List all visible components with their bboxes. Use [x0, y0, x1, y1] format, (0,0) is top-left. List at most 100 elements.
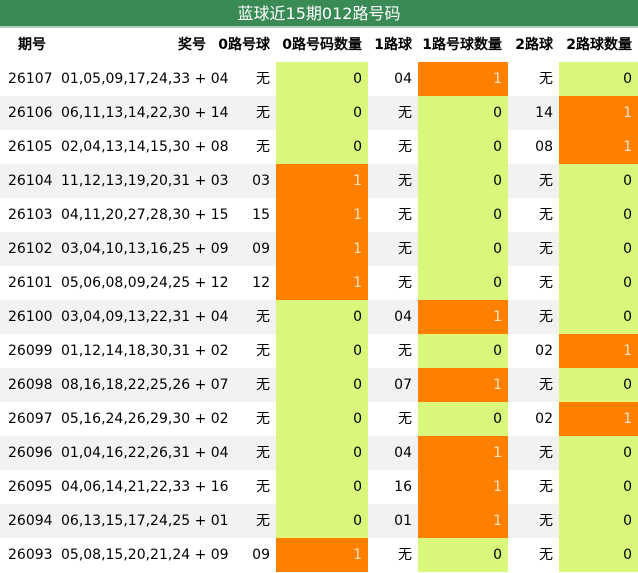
cell-numbers: 06,13,15,17,24,25 + 01	[61, 513, 229, 529]
header-route1-ball: 1路球	[374, 37, 412, 53]
cell-route2-ball: 14	[535, 105, 553, 121]
table-title: 蓝球近15期012路号码	[0, 0, 638, 28]
cell-issue: 26107	[8, 71, 53, 87]
cell-route2-count: 0	[559, 198, 638, 232]
cell-route0-count: 0	[276, 504, 368, 538]
cell-route2-count: 1	[559, 334, 638, 368]
cell-numbers: 01,05,09,17,24,33 + 04	[61, 71, 229, 87]
cell-route2-count: 0	[559, 266, 638, 300]
table-row: 26101 05,06,08,09,24,25 + 12 12 1 无 0 无 0	[0, 266, 638, 300]
cell-route1-ball: 04	[394, 71, 412, 87]
cell-issue: 26103	[8, 207, 53, 223]
cell-route0-ball: 09	[252, 547, 270, 563]
cell-issue: 26096	[8, 445, 53, 461]
cell-route2-ball: 08	[535, 139, 553, 155]
cell-numbers: 05,08,15,20,21,24 + 09	[61, 547, 229, 563]
cell-route0-count: 1	[276, 232, 368, 266]
cell-route2-count: 0	[559, 504, 638, 538]
cell-route2-ball: 无	[539, 173, 553, 189]
cell-route2-ball: 无	[539, 513, 553, 529]
cell-route0-ball: 12	[252, 275, 270, 291]
cell-numbers: 01,04,16,22,26,31 + 04	[61, 445, 229, 461]
cell-numbers: 02,04,13,14,15,30 + 08	[61, 139, 229, 155]
cell-route0-count: 0	[276, 300, 368, 334]
table-row: 26107 01,05,09,17,24,33 + 04 无 0 04 1 无 0	[0, 62, 638, 96]
cell-issue: 26100	[8, 309, 53, 325]
cell-issue: 26097	[8, 411, 53, 427]
cell-route1-count: 0	[418, 232, 508, 266]
cell-route2-ball: 无	[539, 275, 553, 291]
table-title-text: 蓝球近15期012路号码	[237, 4, 401, 23]
cell-route2-ball: 无	[539, 479, 553, 495]
cell-route1-count: 0	[418, 96, 508, 130]
cell-route1-count: 0	[418, 538, 508, 572]
cell-route1-ball: 无	[398, 411, 412, 427]
cell-numbers: 04,06,14,21,22,33 + 16	[61, 479, 229, 495]
cell-numbers: 01,12,14,18,30,31 + 02	[61, 343, 229, 359]
cell-route2-ball: 无	[539, 207, 553, 223]
table-row: 26093 05,08,15,20,21,24 + 09 09 1 无 0 无 0	[0, 538, 638, 572]
cell-route1-ball: 无	[398, 207, 412, 223]
cell-issue: 26101	[8, 275, 53, 291]
cell-route1-ball: 无	[398, 241, 412, 257]
cell-route2-count: 0	[559, 368, 638, 402]
table-row: 26105 02,04,13,14,15,30 + 08 无 0 无 0 08 1	[0, 130, 638, 164]
cell-route2-ball: 无	[539, 445, 553, 461]
cell-route1-ball: 16	[394, 479, 412, 495]
cell-route0-count: 0	[276, 436, 368, 470]
cell-route0-ball: 无	[256, 513, 270, 529]
cell-issue: 26102	[8, 241, 53, 257]
cell-route1-ball: 无	[398, 275, 412, 291]
cell-route1-ball: 无	[398, 105, 412, 121]
cell-route1-count: 1	[418, 368, 508, 402]
cell-route0-ball: 无	[256, 343, 270, 359]
cell-numbers: 06,11,13,14,22,30 + 14	[61, 105, 229, 121]
cell-route0-count: 0	[276, 402, 368, 436]
cell-route2-count: 1	[559, 96, 638, 130]
cell-route1-ball: 无	[398, 173, 412, 189]
cell-route2-ball: 无	[539, 241, 553, 257]
cell-route0-ball: 15	[252, 207, 270, 223]
cell-issue: 26104	[8, 173, 53, 189]
cell-numbers: 11,12,13,19,20,31 + 03	[61, 173, 229, 189]
cell-route1-count: 0	[418, 164, 508, 198]
cell-route0-ball: 无	[256, 445, 270, 461]
cell-route0-ball: 09	[252, 241, 270, 257]
cell-route0-ball: 无	[256, 411, 270, 427]
cell-numbers: 04,11,20,27,28,30 + 15	[61, 207, 229, 223]
cell-route1-ball: 01	[394, 513, 412, 529]
cell-numbers: 05,06,08,09,24,25 + 12	[61, 275, 229, 291]
header-route2-ball: 2路球	[515, 37, 553, 53]
cell-route1-count: 1	[418, 300, 508, 334]
cell-route1-count: 0	[418, 402, 508, 436]
cell-route1-ball: 04	[394, 445, 412, 461]
cell-route2-ball: 02	[535, 411, 553, 427]
cell-numbers: 03,04,09,13,22,31 + 04	[61, 309, 229, 325]
cell-route2-count: 0	[559, 470, 638, 504]
cell-issue: 26093	[8, 547, 53, 563]
cell-route0-count: 1	[276, 266, 368, 300]
header-route2-count: 2路球数量	[566, 37, 632, 53]
table-row: 26095 04,06,14,21,22,33 + 16 无 0 16 1 无 0	[0, 470, 638, 504]
cell-route2-count: 0	[559, 436, 638, 470]
table-row: 26103 04,11,20,27,28,30 + 15 15 1 无 0 无 0	[0, 198, 638, 232]
cell-route1-count: 0	[418, 334, 508, 368]
cell-route0-ball: 无	[256, 71, 270, 87]
table-row: 26106 06,11,13,14,22,30 + 14 无 0 无 0 14 1	[0, 96, 638, 130]
cell-route1-ball: 无	[398, 547, 412, 563]
header-numbers: 奖号	[178, 37, 206, 53]
cell-route0-ball: 无	[256, 105, 270, 121]
cell-route0-count: 1	[276, 164, 368, 198]
cell-issue: 26095	[8, 479, 53, 495]
cell-issue: 26106	[8, 105, 53, 121]
table-header-row: 期号 奖号 0路号球 0路号码数量 1路球 1路号球数量 2路球 2路球数量	[0, 28, 638, 62]
cell-route2-ball: 无	[539, 377, 553, 393]
cell-route0-count: 0	[276, 368, 368, 402]
cell-route1-count: 1	[418, 436, 508, 470]
cell-route0-count: 1	[276, 538, 368, 572]
table-row: 26096 01,04,16,22,26,31 + 04 无 0 04 1 无 0	[0, 436, 638, 470]
cell-route2-count: 0	[559, 232, 638, 266]
cell-route2-ball: 02	[535, 343, 553, 359]
cell-route2-count: 0	[559, 538, 638, 572]
cell-numbers: 05,16,24,26,29,30 + 02	[61, 411, 229, 427]
